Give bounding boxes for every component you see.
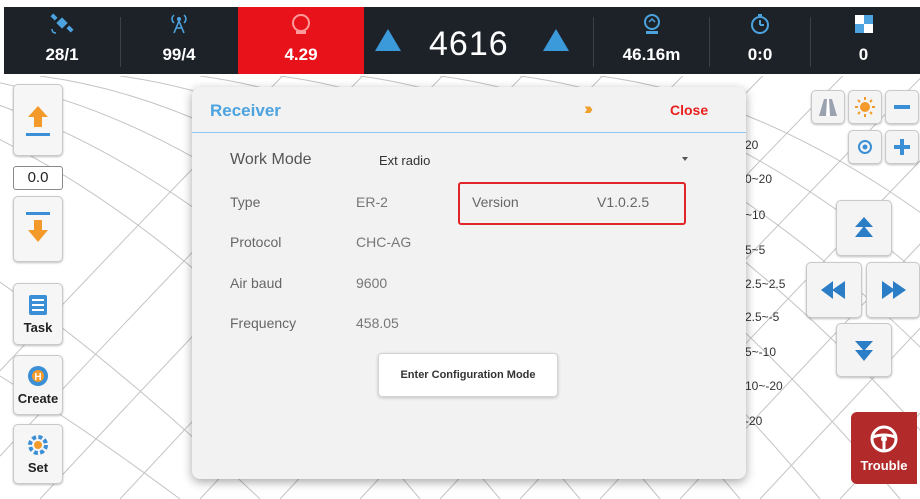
day-night-button[interactable] (848, 90, 882, 124)
create-label: Create (17, 391, 59, 406)
gear-icon (28, 435, 48, 455)
create-button[interactable]: H Create (13, 355, 63, 415)
alert-icon (238, 13, 364, 35)
shift-down-button[interactable] (836, 323, 892, 377)
perspective-icon (819, 99, 837, 116)
count-value: 0 (858, 45, 869, 64)
protocol-label: Protocol (230, 234, 282, 250)
version-label: Version (472, 194, 519, 210)
satellite-count: 28/1 (45, 45, 79, 64)
chevron-down-icon[interactable] (682, 157, 688, 161)
version-highlight: Version V1.0.2.5 (458, 182, 686, 225)
type-label: Type (230, 194, 261, 210)
work-mode-select[interactable]: Ext radio (379, 153, 430, 168)
set-label: Set (27, 460, 49, 475)
legend-label: 0~20 (745, 172, 773, 186)
timer-icon (710, 13, 810, 35)
speed-value: 4616 (429, 25, 509, 63)
version-value: V1.0.2.5 (597, 194, 650, 210)
task-label: Task (23, 320, 53, 335)
work-mode-label: Work Mode (230, 151, 312, 168)
antenna-icon (121, 13, 237, 35)
shift-up-button[interactable] (836, 200, 892, 256)
legend-label: 5~-10 (745, 345, 777, 359)
legend-label: ~10 (745, 208, 766, 222)
locate-button[interactable] (848, 130, 882, 164)
double-left-arrow-icon (821, 281, 845, 299)
air-baud-label: Air baud (230, 275, 283, 291)
protocol-value: CHC-AG (356, 234, 412, 250)
more-arrows-icon[interactable]: ››› (584, 99, 593, 119)
satellite-icon (4, 13, 120, 35)
minus-icon (894, 105, 910, 109)
zoom-out-button[interactable] (885, 90, 919, 124)
up-arrow-icon (543, 29, 569, 51)
double-up-arrow-icon (855, 217, 873, 237)
legend-label: 20 (745, 138, 759, 152)
status-bar: 28/1 99/4 4.29 4616 46.16m 0:0 0 (0, 0, 920, 76)
alert-value: 4.29 (284, 45, 318, 64)
signal-value: 99/4 (162, 45, 196, 64)
sun-icon (855, 97, 875, 117)
frequency-label: Frequency (230, 315, 297, 331)
count-status[interactable]: 0 (811, 7, 916, 74)
speed-display: 4616 (369, 17, 579, 67)
task-button[interactable]: Task (13, 283, 63, 345)
trouble-button[interactable]: Trouble (851, 412, 917, 484)
raise-button[interactable] (13, 84, 63, 156)
status-bar-panel: 28/1 99/4 4.29 4616 46.16m 0:0 0 (4, 7, 920, 74)
alert-status[interactable]: 4.29 (238, 7, 364, 74)
arrow-up-line-icon (26, 106, 50, 136)
trouble-label: Trouble (860, 457, 908, 473)
double-down-arrow-icon (855, 341, 873, 361)
offset-value[interactable]: 0.0 (13, 166, 63, 190)
legend-label: 2.5~2.5 (745, 277, 786, 291)
close-button[interactable]: Close (670, 102, 708, 118)
dialog-title: Receiver (210, 101, 281, 120)
signal-status[interactable]: 99/4 (121, 7, 237, 74)
receiver-dialog: Receiver ››› Close Work Mode Ext radio T… (192, 87, 746, 479)
svg-text:H: H (34, 372, 41, 383)
double-right-arrow-icon (882, 281, 906, 299)
legend-label: -20 (745, 414, 763, 428)
type-value: ER-2 (356, 194, 388, 210)
zoom-in-button[interactable] (885, 130, 919, 164)
task-list-icon (29, 295, 47, 315)
frequency-value: 458.05 (356, 315, 399, 331)
set-button[interactable]: Set (13, 424, 63, 484)
time-value: 0:0 (747, 45, 773, 64)
create-field-icon: H (28, 366, 48, 386)
legend-label: 10~-20 (745, 379, 783, 393)
steering-wheel-icon (870, 425, 898, 452)
time-status[interactable]: 0:0 (710, 7, 810, 74)
distance-value: 46.16m (622, 45, 681, 64)
legend-label: 2.5~-5 (745, 310, 780, 324)
enter-configuration-button[interactable]: Enter Configuration Mode (378, 353, 558, 397)
distance-status[interactable]: 46.16m (594, 7, 709, 74)
plus-icon (894, 139, 910, 155)
air-baud-value: 9600 (356, 275, 388, 291)
shift-left-button[interactable] (806, 262, 862, 318)
locate-icon (858, 140, 872, 154)
view-mode-button[interactable] (811, 90, 845, 124)
shift-right-button[interactable] (866, 262, 920, 318)
up-arrow-icon (375, 29, 401, 51)
arrow-down-line-icon (26, 212, 50, 242)
lower-button[interactable] (13, 196, 63, 262)
satellite-status[interactable]: 28/1 (4, 7, 120, 74)
dialog-header: Receiver ››› Close (192, 87, 746, 133)
distance-icon (594, 13, 709, 35)
coverage-icon (811, 13, 916, 35)
legend-label: 5~5 (745, 243, 766, 257)
